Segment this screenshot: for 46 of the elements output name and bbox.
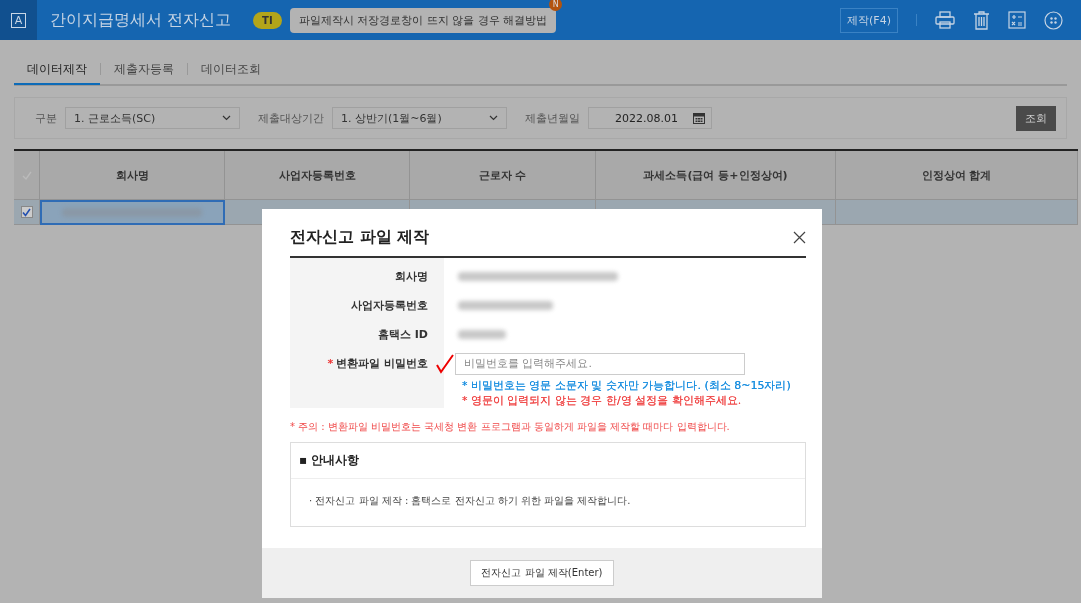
hint-text: * 비밀번호는 영문 소문자 및 숫자만 가능합니다. (최소 8~15자리) (461, 378, 791, 393)
notice-title: ▪ 안내사항 (291, 443, 805, 479)
help-tooltip[interactable]: 파일제작시 저장경로창이 뜨지 않을 경우 해결방법 (289, 7, 557, 33)
column-header[interactable]: 근로자 수 (410, 151, 596, 200)
user-badge[interactable]: TI (253, 11, 282, 29)
calendar-icon[interactable] (693, 112, 705, 124)
tab[interactable]: 데이터제작 (14, 55, 100, 85)
check-mark-icon (436, 353, 454, 374)
app-logo[interactable]: A (0, 0, 37, 40)
date-field[interactable]: 2022.08.01 (588, 107, 712, 129)
field-label: 사업자등록번호 (351, 298, 428, 313)
column-header[interactable]: 회사명 (40, 151, 225, 200)
column-header[interactable]: 인정상여 합계 (836, 151, 1078, 200)
trash-icon[interactable] (973, 10, 990, 30)
make-button[interactable]: 제작(F4) (840, 7, 898, 33)
row-checkbox[interactable] (20, 206, 33, 218)
app-title: 간이지급명세서 전자신고 (50, 9, 232, 31)
chevron-down-icon (222, 115, 231, 121)
submit-button[interactable]: 전자신고 파일 제작(Enter) (470, 560, 614, 586)
warning-text: * 주의 : 변환파일 비밀번호는 국세청 변환 프로그램과 동일하게 파일을 제작할 때마다 입력합니다. (290, 420, 731, 434)
column-header[interactable]: 과세소득(급여 등+인정상여) (596, 151, 836, 200)
dropdown[interactable]: 1. 상반기(1월~6월) (332, 107, 507, 129)
blurred-text (458, 330, 506, 339)
hint-text: * 영문이 입력되지 않는 경우 한/영 설정을 확인해주세요. (461, 393, 742, 408)
field-label: 회사명 (395, 269, 428, 284)
filter-label: 제출년월일 (525, 110, 580, 126)
calculator-icon[interactable] (1008, 11, 1026, 29)
field-label: 변환파일 비밀번호 (336, 356, 428, 371)
tab[interactable]: 데이터조회 (188, 55, 274, 85)
more-icon[interactable] (1044, 10, 1063, 30)
table-cell[interactable] (40, 200, 225, 225)
filter-label: 제출대상기간 (258, 110, 324, 126)
column-header[interactable]: 사업자등록번호 (225, 151, 410, 200)
close-icon[interactable] (793, 231, 806, 244)
new-badge: N (549, 0, 563, 11)
tab[interactable]: 제출자등록 (101, 55, 187, 85)
password-field[interactable]: 비밀번호를 입력해주세요. (455, 352, 745, 375)
filter-label: 구분 (35, 110, 57, 126)
field-label: 홈택스 ID (377, 327, 428, 342)
dropdown[interactable]: 1. 근로소득(SC) (65, 107, 240, 129)
print-icon[interactable] (935, 11, 955, 29)
notice-text: · 전자신고 파일 제작 : 홈택스로 전자신고 하기 위한 파일을 제작합니다. (308, 494, 632, 508)
search-button[interactable]: 조회 (1016, 105, 1056, 131)
chevron-down-icon (489, 115, 498, 121)
required-mark: * (327, 357, 334, 370)
dialog-title: 전자신고 파일 제작 (290, 227, 430, 248)
